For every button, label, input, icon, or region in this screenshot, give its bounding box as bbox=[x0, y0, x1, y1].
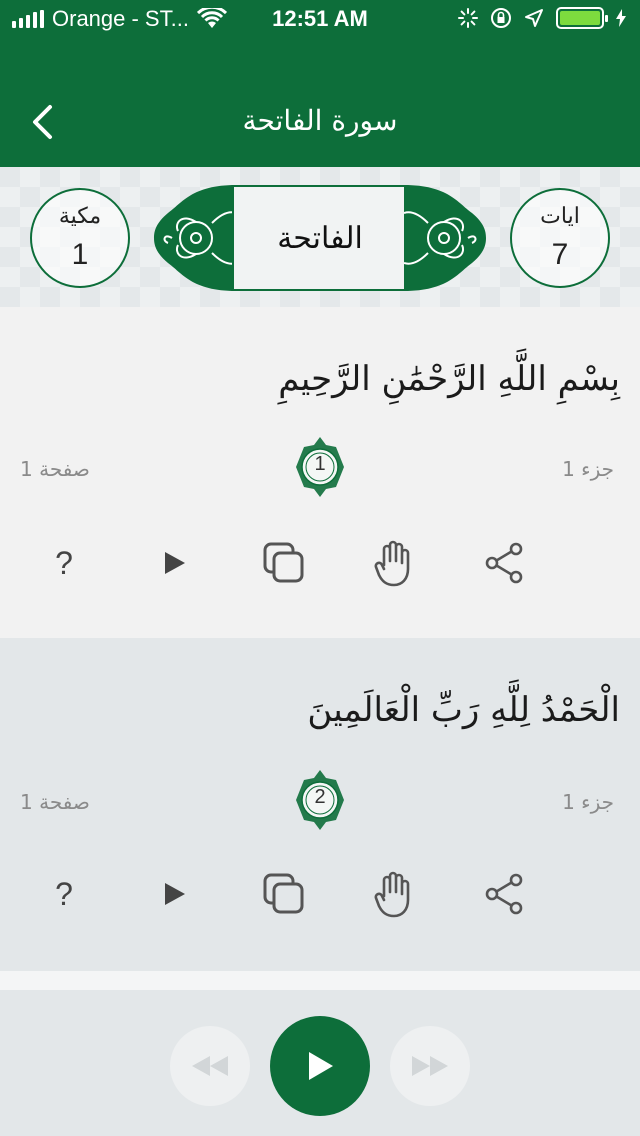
play-icon bbox=[309, 1052, 333, 1080]
rewind-button[interactable] bbox=[170, 1026, 250, 1106]
ayat-count-badge: ايات 7 bbox=[510, 188, 610, 288]
right-ornament-icon bbox=[404, 185, 486, 291]
audio-player bbox=[0, 990, 640, 1136]
ayah-page: صفحة 1 bbox=[20, 790, 90, 814]
share-icon bbox=[485, 873, 523, 915]
ayah-card-2[interactable]: الْحَمْدُ لِلَّهِ رَبِّ الْعَالَمِينَ صف… bbox=[0, 638, 640, 971]
surah-name-frame: الفاتحة bbox=[152, 183, 488, 293]
surah-name: الفاتحة bbox=[232, 185, 408, 291]
battery-icon bbox=[556, 7, 608, 29]
question-icon: ? bbox=[55, 875, 73, 912]
rewind-icon bbox=[192, 1056, 228, 1076]
ayah-actions: ? bbox=[0, 864, 640, 924]
copy-button[interactable] bbox=[254, 533, 314, 593]
charging-bolt-icon bbox=[616, 9, 626, 27]
left-ornament-icon bbox=[154, 185, 236, 291]
ayah-actions: ? bbox=[0, 533, 640, 593]
ayah-number: 2 bbox=[314, 786, 326, 808]
ayat-count-label: ايات bbox=[540, 204, 580, 229]
play-icon bbox=[165, 552, 185, 574]
ayah-juz: جزء 1 bbox=[562, 457, 614, 481]
rotation-lock-icon bbox=[491, 8, 511, 28]
play-icon bbox=[165, 883, 185, 905]
revelation-type-badge: مكية 1 bbox=[30, 188, 130, 288]
copy-button[interactable] bbox=[254, 864, 314, 924]
ayah-number: 1 bbox=[314, 453, 326, 475]
ayah-text: بِسْمِ اللَّهِ الرَّحْمَٰنِ الرَّحِيمِ bbox=[278, 359, 620, 399]
question-icon: ? bbox=[55, 544, 73, 581]
page-title: سورة الفاتحة bbox=[242, 104, 398, 137]
ayah-page: صفحة 1 bbox=[20, 457, 90, 481]
ayah-card-1[interactable]: بِسْمِ اللَّهِ الرَّحْمَٰنِ الرَّحِيمِ ص… bbox=[0, 307, 640, 638]
play-ayah-button[interactable] bbox=[144, 864, 204, 924]
copy-icon bbox=[263, 542, 304, 583]
share-button[interactable] bbox=[474, 533, 534, 593]
play-button[interactable] bbox=[270, 1016, 370, 1116]
share-button[interactable] bbox=[474, 864, 534, 924]
share-icon bbox=[485, 542, 523, 584]
ayah-text: الْحَمْدُ لِلَّهِ رَبِّ الْعَالَمِينَ bbox=[307, 690, 620, 730]
revelation-type-label: مكية bbox=[58, 204, 102, 229]
revelation-type-number: 1 bbox=[71, 238, 89, 271]
ayah-juz: جزء 1 bbox=[562, 790, 614, 814]
activity-spinner-icon bbox=[458, 8, 478, 28]
fast-forward-icon bbox=[412, 1056, 448, 1076]
ayah-number-marker: 1 bbox=[296, 437, 344, 497]
list-separator bbox=[0, 971, 640, 990]
ayah-number-marker: 2 bbox=[296, 770, 344, 830]
copy-icon bbox=[263, 873, 304, 914]
fast-forward-button[interactable] bbox=[390, 1026, 470, 1106]
hand-icon bbox=[374, 871, 410, 918]
hand-button[interactable] bbox=[364, 533, 424, 593]
surah-header: مكية 1 الفاتحة ايات 7 bbox=[0, 167, 640, 307]
status-bar: Orange - ST... 12:51 AM bbox=[0, 0, 640, 40]
top-bar: Orange - ST... 12:51 AM سورة الفاتحة bbox=[0, 0, 640, 167]
play-ayah-button[interactable] bbox=[144, 533, 204, 593]
location-arrow-icon bbox=[525, 9, 543, 27]
tafsir-button[interactable]: ? bbox=[34, 533, 94, 593]
status-right bbox=[458, 7, 626, 29]
ayat-count-number: 7 bbox=[551, 238, 569, 271]
hand-button[interactable] bbox=[364, 864, 424, 924]
hand-icon bbox=[374, 540, 410, 587]
tafsir-button[interactable]: ? bbox=[34, 864, 94, 924]
